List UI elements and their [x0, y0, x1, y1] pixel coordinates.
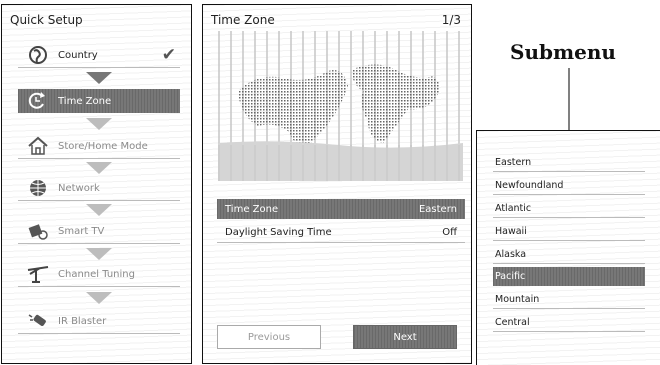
setting-row-daylight-saving[interactable]: Daylight Saving Time Off	[217, 223, 465, 243]
step-country[interactable]: Country ✔	[18, 43, 180, 68]
globe-icon	[24, 45, 52, 65]
step-label: Network	[58, 182, 100, 194]
step-network[interactable]: Network	[18, 176, 180, 201]
step-label: Time Zone	[58, 95, 112, 107]
setting-label: Time Zone	[225, 203, 279, 215]
next-button[interactable]: Next	[353, 325, 457, 349]
step-ir-blaster[interactable]: IR Blaster	[18, 309, 180, 334]
submenu-item-mountain[interactable]: Mountain	[493, 290, 645, 309]
submenu-item-atlantic[interactable]: Atlantic	[493, 199, 645, 218]
submenu-item-alaska[interactable]: Alaska	[493, 245, 645, 264]
step-label: Channel Tuning	[58, 268, 135, 280]
time-zone-panel: Time Zone 1/3 Time Zone Eastern Daylight…	[202, 4, 472, 364]
step-label: Country	[58, 49, 98, 61]
previous-button[interactable]: Previous	[217, 325, 321, 349]
flow-arrow-icon	[86, 72, 112, 84]
setting-label: Daylight Saving Time	[225, 227, 332, 238]
time-zone-title: Time Zone	[211, 13, 275, 27]
flow-arrow-icon	[86, 162, 112, 174]
step-channel-tuning[interactable]: Channel Tuning	[18, 262, 180, 287]
page-indicator: 1/3	[441, 13, 461, 27]
flow-arrow-icon	[86, 204, 112, 216]
antenna-icon	[24, 264, 52, 284]
setting-value: Eastern	[418, 203, 457, 215]
flow-arrow-icon	[86, 248, 112, 260]
step-store-home-mode[interactable]: Store/Home Mode	[18, 134, 180, 159]
submenu-item-newfoundland[interactable]: Newfoundland	[493, 176, 645, 195]
step-label: Smart TV	[58, 225, 105, 237]
world-map-image	[218, 31, 463, 181]
submenu-item-central[interactable]: Central	[493, 313, 645, 332]
submenu-item-pacific[interactable]: Pacific	[493, 267, 645, 286]
flow-arrow-icon	[86, 292, 112, 304]
step-smart-tv[interactable]: Smart TV	[18, 219, 180, 244]
step-label: Store/Home Mode	[58, 140, 148, 152]
submenu-callout-label: Submenu	[510, 40, 616, 64]
setting-row-time-zone[interactable]: Time Zone Eastern	[217, 199, 465, 219]
clock-arrow-icon	[24, 91, 52, 111]
network-globe-icon	[24, 178, 52, 198]
quick-setup-title: Quick Setup	[10, 13, 83, 27]
check-icon: ✔	[161, 45, 176, 65]
callout-leader-line	[568, 68, 570, 130]
flow-arrow-icon	[86, 118, 112, 130]
submenu-item-eastern[interactable]: Eastern	[493, 153, 645, 172]
time-zone-submenu: Eastern Newfoundland Atlantic Hawaii Ala…	[476, 130, 660, 365]
step-label: IR Blaster	[58, 315, 107, 327]
smart-tv-icon	[24, 221, 52, 241]
home-icon	[24, 136, 52, 156]
step-time-zone[interactable]: Time Zone	[18, 89, 180, 113]
setting-value: Off	[442, 227, 457, 238]
quick-setup-panel: Quick Setup Country ✔ Time Zone Store/Ho…	[1, 4, 192, 364]
submenu-item-hawaii[interactable]: Hawaii	[493, 222, 645, 241]
ir-blaster-icon	[24, 311, 52, 331]
